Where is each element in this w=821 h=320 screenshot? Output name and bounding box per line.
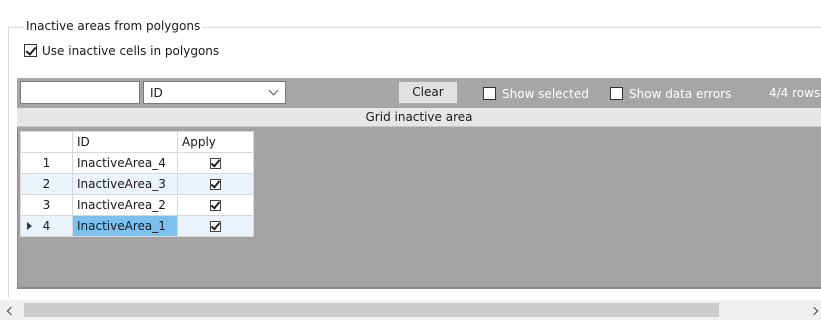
checkbox-icon[interactable] — [610, 87, 623, 100]
table-row[interactable]: 4 InactiveArea_1 — [20, 215, 254, 237]
show-data-errors-label: Show data errors — [629, 86, 732, 101]
row-number[interactable]: 1 — [20, 152, 73, 174]
id-cell[interactable]: InactiveArea_3 — [72, 173, 178, 195]
column-header-id[interactable]: ID — [72, 131, 178, 153]
apply-checkbox[interactable] — [210, 200, 221, 211]
checkbox-icon[interactable] — [483, 87, 496, 100]
clear-button[interactable]: Clear — [398, 81, 458, 104]
id-cell[interactable]: InactiveArea_4 — [72, 152, 178, 174]
grid-caption: Grid inactive area — [17, 108, 821, 127]
data-grid: ID Apply 1 InactiveArea_4 2 InactiveArea… — [20, 131, 254, 237]
show-selected-checkbox[interactable]: Show selected — [483, 86, 589, 101]
rows-count: 4/4 rows — [769, 86, 821, 100]
apply-checkbox[interactable] — [210, 179, 221, 190]
horizontal-scrollbar[interactable] — [0, 300, 821, 320]
search-input[interactable] — [20, 81, 140, 104]
use-inactive-cells-checkbox[interactable]: Use inactive cells in polygons — [24, 43, 219, 58]
chevron-down-icon — [268, 85, 279, 96]
show-selected-label: Show selected — [502, 86, 589, 101]
use-inactive-cells-label: Use inactive cells in polygons — [42, 43, 220, 58]
apply-checkbox[interactable] — [210, 221, 221, 232]
row-number[interactable]: 2 — [20, 173, 73, 195]
current-row-arrow-icon — [27, 222, 32, 230]
column-header-rownum[interactable] — [20, 131, 73, 153]
checkbox-icon[interactable] — [24, 44, 37, 57]
column-header-apply[interactable]: Apply — [177, 131, 254, 153]
apply-cell[interactable] — [177, 152, 254, 174]
show-data-errors-checkbox[interactable]: Show data errors — [610, 86, 731, 101]
grid-toolbar: ID Clear Show selected Show data errors … — [17, 78, 821, 108]
scroll-right-arrow-icon[interactable] — [809, 305, 821, 317]
table-row[interactable]: 1 InactiveArea_4 — [20, 152, 254, 174]
apply-cell[interactable] — [177, 173, 254, 195]
id-cell-selected[interactable]: InactiveArea_1 — [72, 215, 178, 237]
row-number-current[interactable]: 4 — [20, 215, 73, 237]
grid-area: ID Apply 1 InactiveArea_4 2 InactiveArea… — [17, 127, 821, 289]
column-select-value: ID — [150, 86, 163, 100]
apply-cell[interactable] — [177, 215, 254, 237]
table-row[interactable]: 3 InactiveArea_2 — [20, 194, 254, 216]
apply-checkbox[interactable] — [210, 158, 221, 169]
scroll-thumb[interactable] — [24, 303, 719, 317]
group-title: Inactive areas from polygons — [24, 19, 203, 33]
apply-cell[interactable] — [177, 194, 254, 216]
scroll-left-arrow-icon[interactable] — [4, 305, 16, 317]
row-number[interactable]: 3 — [20, 194, 73, 216]
table-row[interactable]: 2 InactiveArea_3 — [20, 173, 254, 195]
row-number-text: 4 — [42, 219, 51, 233]
id-cell[interactable]: InactiveArea_2 — [72, 194, 178, 216]
column-select[interactable]: ID — [143, 81, 286, 104]
